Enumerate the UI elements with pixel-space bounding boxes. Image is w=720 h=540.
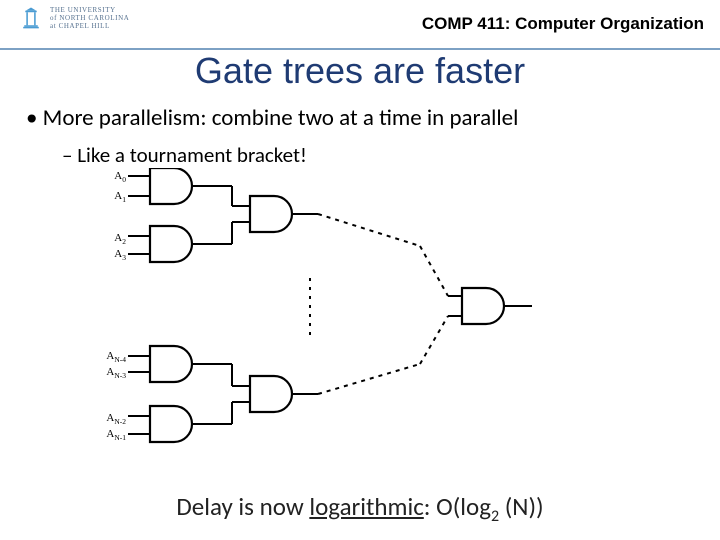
footer-underlined: logarithmic [309,491,423,522]
label-an4: AN-4 [100,350,126,364]
label-a2: A2 [100,232,126,246]
gate-tree-diagram: A0 A1 A2 A3 AN-4 AN-3 AN-2 AN-1 [100,168,620,478]
slide: THE UNIVERSITY of NORTH CAROLINA at CHAP… [0,0,720,540]
footer-sub: 2 [491,507,499,526]
slide-title: Gate trees are faster [0,50,720,92]
footer-pre: Delay is now [176,491,309,522]
label-a1: A1 [100,190,126,204]
footer-text: Delay is now logarithmic: O(log2 (N)) [0,491,720,526]
unc-logo: THE UNIVERSITY of NORTH CAROLINA at CHAP… [18,6,129,32]
footer-post1: : O(log [424,491,491,522]
well-icon [18,6,44,32]
bullet-level2: Like a tournament bracket! [62,142,307,168]
label-an1: AN-1 [100,428,126,442]
label-a3: A3 [100,248,126,262]
course-title: COMP 411: Computer Organization [422,14,704,34]
gate-svg [100,168,620,478]
inst-line3: at CHAPEL HILL [50,23,129,31]
label-an3: AN-3 [100,366,126,380]
label-a0: A0 [100,170,126,184]
institution-text: THE UNIVERSITY of NORTH CAROLINA at CHAP… [50,7,129,30]
bullet-level1: More parallelism: combine two at a time … [26,104,518,132]
label-an2: AN-2 [100,412,126,426]
footer-post2: (N)) [499,491,544,522]
header-bar: THE UNIVERSITY of NORTH CAROLINA at CHAP… [0,0,720,50]
